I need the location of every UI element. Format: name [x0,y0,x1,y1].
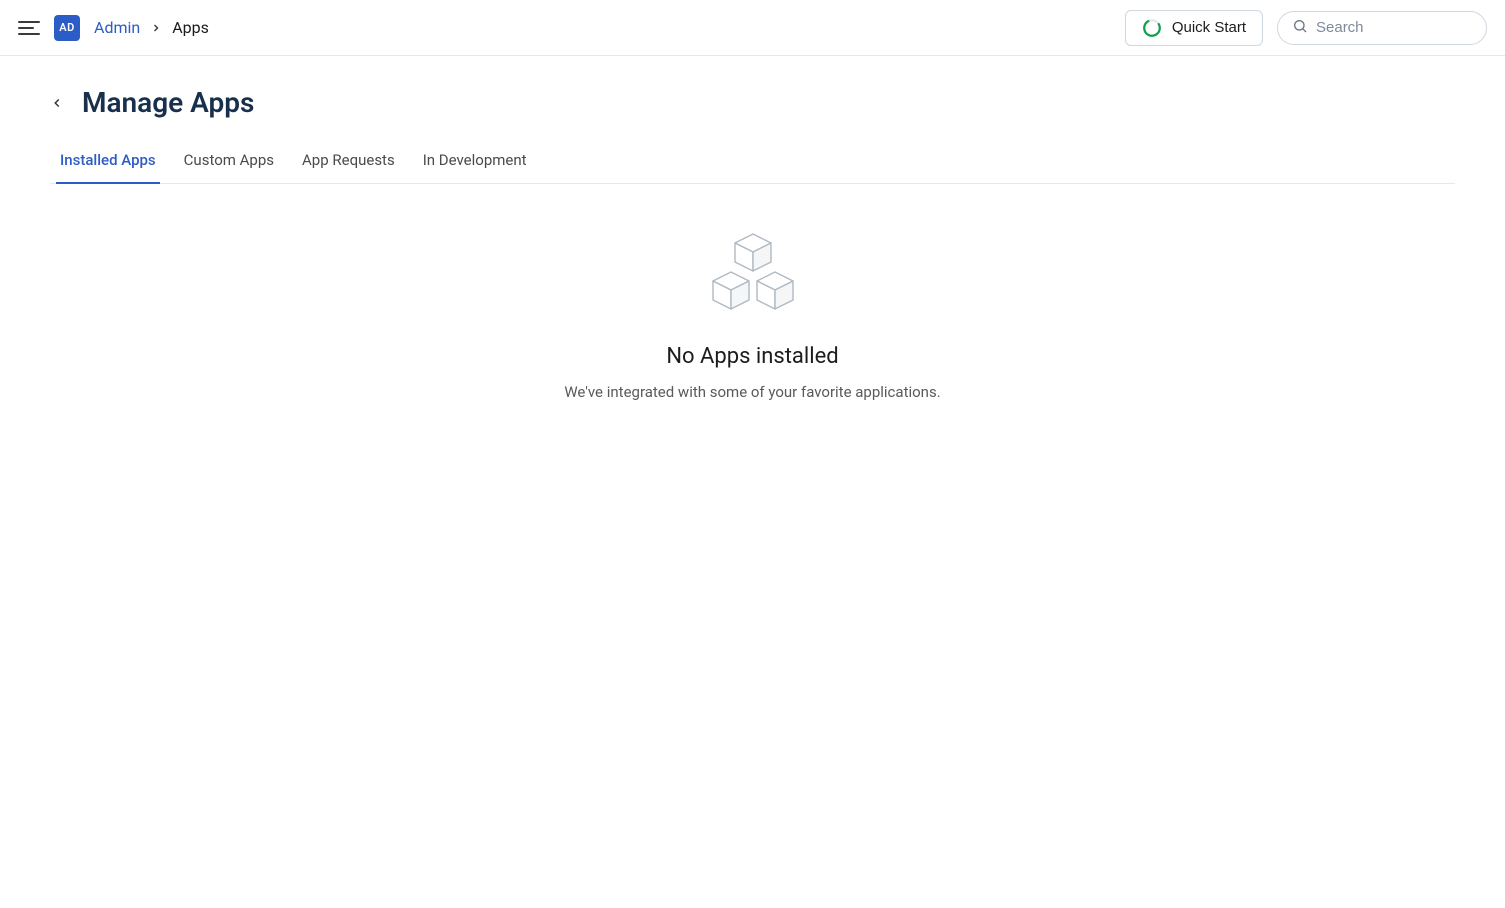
page-title: Manage Apps [82,86,254,119]
page-header: Manage Apps [50,86,1455,119]
quick-start-button[interactable]: Quick Start [1125,10,1263,46]
progress-ring-icon [1142,18,1162,38]
top-header: AD Admin Apps Quick Start [0,0,1505,56]
search-input[interactable] [1316,19,1505,36]
page-body: Manage Apps Installed Apps Custom Apps A… [0,56,1505,401]
tab-app-requests[interactable]: App Requests [302,147,395,183]
empty-subtitle: We've integrated with some of your favor… [564,383,940,401]
tab-custom-apps[interactable]: Custom Apps [184,147,274,183]
empty-state: No Apps installed We've integrated with … [50,184,1455,401]
search-icon [1292,18,1308,38]
quick-start-label: Quick Start [1172,19,1246,36]
hamburger-menu-icon[interactable] [18,17,40,39]
breadcrumb-current: Apps [172,18,209,37]
chevron-right-icon [150,22,162,34]
search-box[interactable] [1277,11,1487,45]
empty-title: No Apps installed [666,344,838,369]
back-icon[interactable] [50,96,64,110]
header-right: Quick Start [1125,10,1487,46]
breadcrumb-root[interactable]: Admin [94,18,140,37]
tab-in-development[interactable]: In Development [423,147,527,183]
tab-installed-apps[interactable]: Installed Apps [60,147,156,183]
breadcrumb: Admin Apps [94,18,209,37]
empty-boxes-icon [707,232,799,316]
admin-badge: AD [54,15,80,41]
tabs: Installed Apps Custom Apps App Requests … [50,147,1455,184]
